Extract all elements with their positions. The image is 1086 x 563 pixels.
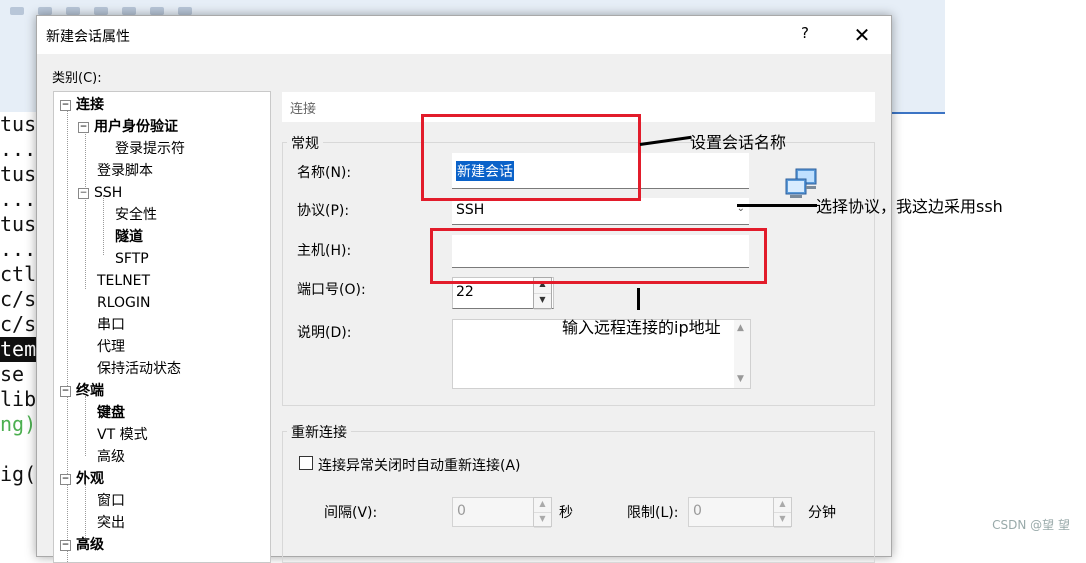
name-label: 名称(N):	[297, 165, 352, 181]
tree-item-login-prompt[interactable]: 登录提示符	[115, 139, 185, 159]
limit-unit: 分钟	[808, 505, 836, 521]
tree-item-window[interactable]: 窗口	[97, 491, 125, 511]
tree-item-sftp[interactable]: SFTP	[115, 249, 149, 269]
interval-unit: 秒	[559, 505, 573, 521]
collapse-icon[interactable]: −	[60, 473, 71, 485]
panel-header-title: 连接	[290, 102, 317, 117]
tree-item-keyboard[interactable]: 键盘	[97, 403, 125, 423]
tree-item-login-script[interactable]: 登录脚本	[97, 161, 153, 181]
annotation-box-host	[430, 228, 767, 284]
annotation-enter-ip: 输入远程连接的ip地址	[562, 318, 721, 337]
watermark: CSDN @望 望	[992, 518, 1070, 532]
collapse-icon[interactable]: −	[60, 99, 71, 111]
tree-item-keepalive[interactable]: 保持活动状态	[97, 359, 181, 379]
tree-item-connection[interactable]: − 连接	[60, 95, 104, 115]
general-group-title: 常规	[287, 133, 323, 153]
interval-stepper: ▲ ▼	[533, 497, 552, 528]
toolbar-icons	[10, 0, 250, 15]
help-button[interactable]: ?	[795, 24, 815, 46]
tree-item-security[interactable]: 安全性	[115, 205, 157, 225]
close-button[interactable]: ✕	[847, 22, 877, 48]
category-tree: − 连接 − 用户身份验证 登录提示符 登录脚本 − SSH 安全性 隧道 SFTP …	[53, 91, 271, 563]
protocol-label: 协议(P):	[297, 203, 350, 219]
stepper-down-icon: ▼	[534, 294, 551, 310]
terminal-line: ctl	[0, 262, 37, 286]
tree-item-proxy[interactable]: 代理	[97, 337, 125, 357]
collapse-icon[interactable]: −	[60, 385, 71, 397]
tree-item-terminal[interactable]: − 终端	[60, 381, 104, 401]
terminal-line: tus	[0, 162, 37, 186]
port-label: 端口号(O):	[297, 282, 366, 298]
port-value: 22	[456, 284, 474, 300]
collapse-icon[interactable]: −	[60, 539, 71, 551]
terminal-line: tem	[0, 337, 40, 362]
terminal-line: se	[0, 362, 25, 386]
annotation-select-protocol: 选择协议，我这边采用ssh	[816, 197, 1003, 216]
dialog-title: 新建会话属性	[46, 29, 130, 45]
tree-item-telnet[interactable]: TELNET	[97, 271, 150, 291]
interval-label: 间隔(V):	[324, 505, 378, 521]
protocol-value: SSH	[456, 202, 485, 218]
network-computers-icon	[785, 168, 817, 198]
terminal-line: lib	[0, 387, 37, 411]
terminal-output: tus ... tus ... tus ... ctl c/s c/s tem …	[0, 112, 40, 543]
protocol-select[interactable]: SSH ⌄	[452, 198, 749, 225]
session-properties-dialog: 新建会话属性 ? ✕ 类别(C): − 连接 − 用户身份验证 登录提示符 登录脚本…	[36, 15, 892, 563]
terminal-line: tus	[0, 212, 37, 236]
tree-item-serial[interactable]: 串口	[97, 315, 125, 335]
tree-item-user-auth[interactable]: − 用户身份验证	[78, 117, 178, 137]
tree-item-advanced-2[interactable]: − 高级	[60, 535, 104, 555]
terminal-line: ng)	[0, 412, 37, 436]
annotation-set-name: 设置会话名称	[690, 133, 787, 152]
limit-stepper: ▲ ▼	[773, 497, 792, 528]
description-label: 说明(D):	[297, 325, 352, 341]
host-label: 主机(H):	[297, 243, 352, 259]
tree-item-tunnel[interactable]: 隧道	[115, 227, 143, 247]
tree-item-appearance[interactable]: − 外观	[60, 469, 104, 489]
category-label: 类别(C):	[52, 71, 102, 86]
interval-input: 0	[452, 497, 534, 527]
tree-item-highlight[interactable]: 突出	[97, 513, 125, 533]
reconnect-group-title: 重新连接	[287, 422, 351, 442]
terminal-line: ...	[0, 237, 37, 261]
tree-item-rlogin[interactable]: RLOGIN	[97, 293, 151, 313]
title-bar: 新建会话属性 ? ✕	[37, 16, 891, 54]
tree-item-ssh[interactable]: − SSH	[78, 183, 122, 203]
annotation-arrow-host	[637, 288, 640, 310]
collapse-icon[interactable]: −	[78, 187, 89, 199]
auto-reconnect-checkbox[interactable]	[299, 456, 313, 470]
terminal-line: tus	[0, 112, 37, 136]
auto-reconnect-label[interactable]: 连接异常关闭时自动重新连接(A)	[318, 455, 521, 475]
terminal-line: ig(	[0, 462, 37, 486]
terminal-line: ...	[0, 137, 37, 161]
limit-input: 0	[688, 497, 774, 527]
terminal-line: ...	[0, 187, 37, 211]
terminal-line: c/s	[0, 312, 37, 336]
tree-item-advanced[interactable]: 高级	[97, 447, 125, 467]
collapse-icon[interactable]: −	[78, 121, 89, 133]
limit-label: 限制(L):	[627, 505, 679, 521]
scrollbar[interactable]: ▲ ▼	[734, 320, 750, 388]
annotation-box-name	[421, 114, 641, 201]
terminal-line: c/s	[0, 287, 37, 311]
tree-item-vt-mode[interactable]: VT 模式	[97, 425, 148, 445]
